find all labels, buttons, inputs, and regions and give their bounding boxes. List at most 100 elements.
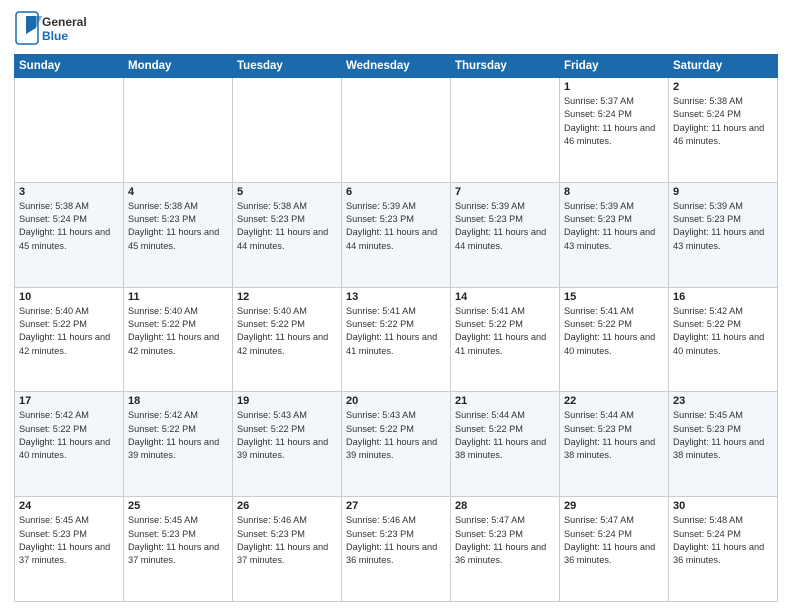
day-number: 30	[673, 500, 773, 512]
day-number: 20	[346, 395, 446, 407]
day-info: Sunrise: 5:45 AM Sunset: 5:23 PM Dayligh…	[19, 514, 119, 567]
day-info: Sunrise: 5:47 AM Sunset: 5:24 PM Dayligh…	[564, 514, 664, 567]
day-header-tuesday: Tuesday	[233, 55, 342, 78]
calendar-cell: 3 Sunrise: 5:38 AM Sunset: 5:24 PM Daylig…	[15, 182, 124, 287]
calendar-cell: 9 Sunrise: 5:39 AM Sunset: 5:23 PM Daylig…	[669, 182, 778, 287]
calendar-cell: 15 Sunrise: 5:41 AM Sunset: 5:22 PM Dayli…	[560, 287, 669, 392]
calendar-cell: 22 Sunrise: 5:44 AM Sunset: 5:23 PM Dayli…	[560, 392, 669, 497]
day-number: 3	[19, 186, 119, 198]
day-header-saturday: Saturday	[669, 55, 778, 78]
calendar-cell: 12Sunrise: 5:40 AM Sunset: 5:22 PM Dayli…	[233, 287, 342, 392]
calendar-week-row: 17Sunrise: 5:42 AM Sunset: 5:22 PM Dayli…	[15, 392, 778, 497]
day-info: Sunrise: 5:45 AM Sunset: 5:23 PM Dayligh…	[128, 514, 228, 567]
calendar-cell: 14 Sunrise: 5:41 AM Sunset: 5:22 PM Dayli…	[451, 287, 560, 392]
day-number: 19	[237, 395, 337, 407]
calendar-table: SundayMondayTuesdayWednesdayThursdayFrid…	[14, 54, 778, 602]
day-info: Sunrise: 5:46 AM Sunset: 5:23 PM Dayligh…	[237, 514, 337, 567]
calendar-cell: 18 Sunrise: 5:42 AM Sunset: 5:22 PM Dayli…	[124, 392, 233, 497]
day-info: Sunrise: 5:45 AM Sunset: 5:23 PM Dayligh…	[673, 409, 773, 462]
calendar-cell: 13 Sunrise: 5:41 AM Sunset: 5:22 PM Dayli…	[342, 287, 451, 392]
day-info: Sunrise: 5:41 AM Sunset: 5:22 PM Dayligh…	[564, 305, 664, 358]
day-number: 1	[564, 81, 664, 93]
day-info: Sunrise: 5:48 AM Sunset: 5:24 PM Dayligh…	[673, 514, 773, 567]
calendar-cell: 10 Sunrise: 5:40 AM Sunset: 5:22 PM Dayli…	[15, 287, 124, 392]
day-number: 18	[128, 395, 228, 407]
day-header-thursday: Thursday	[451, 55, 560, 78]
day-info: Sunrise: 5:47 AM Sunset: 5:23 PM Dayligh…	[455, 514, 555, 567]
day-info: Sunrise: 5:39 AM Sunset: 5:23 PM Dayligh…	[673, 200, 773, 253]
day-number: 11	[128, 291, 228, 303]
logo: General Blue	[14, 10, 94, 46]
day-info: Sunrise: 5:41 AM Sunset: 5:22 PM Dayligh…	[455, 305, 555, 358]
day-info: Sunrise: 5:42 AM Sunset: 5:22 PM Dayligh…	[19, 409, 119, 462]
svg-text:Blue: Blue	[42, 29, 68, 43]
calendar-cell: 16Sunrise: 5:42 AM Sunset: 5:22 PM Dayli…	[669, 287, 778, 392]
day-number: 26	[237, 500, 337, 512]
day-number: 9	[673, 186, 773, 198]
day-number: 22	[564, 395, 664, 407]
day-info: Sunrise: 5:44 AM Sunset: 5:22 PM Dayligh…	[455, 409, 555, 462]
day-info: Sunrise: 5:42 AM Sunset: 5:22 PM Dayligh…	[128, 409, 228, 462]
calendar-cell: 2 Sunrise: 5:38 AM Sunset: 5:24 PM Daylig…	[669, 78, 778, 183]
calendar-cell: 27 Sunrise: 5:46 AM Sunset: 5:23 PM Dayli…	[342, 497, 451, 602]
calendar-cell: 26 Sunrise: 5:46 AM Sunset: 5:23 PM Dayli…	[233, 497, 342, 602]
calendar-cell: 17Sunrise: 5:42 AM Sunset: 5:22 PM Dayli…	[15, 392, 124, 497]
calendar-cell: 19 Sunrise: 5:43 AM Sunset: 5:22 PM Dayli…	[233, 392, 342, 497]
calendar-week-row: 10 Sunrise: 5:40 AM Sunset: 5:22 PM Dayli…	[15, 287, 778, 392]
day-number: 10	[19, 291, 119, 303]
day-info: Sunrise: 5:42 AM Sunset: 5:22 PM Dayligh…	[673, 305, 773, 358]
day-number: 8	[564, 186, 664, 198]
day-header-sunday: Sunday	[15, 55, 124, 78]
day-header-wednesday: Wednesday	[342, 55, 451, 78]
calendar-header-row: SundayMondayTuesdayWednesdayThursdayFrid…	[15, 55, 778, 78]
day-info: Sunrise: 5:41 AM Sunset: 5:22 PM Dayligh…	[346, 305, 446, 358]
calendar-cell	[15, 78, 124, 183]
calendar-cell	[451, 78, 560, 183]
day-info: Sunrise: 5:38 AM Sunset: 5:24 PM Dayligh…	[673, 95, 773, 148]
day-info: Sunrise: 5:44 AM Sunset: 5:23 PM Dayligh…	[564, 409, 664, 462]
calendar-week-row: 3 Sunrise: 5:38 AM Sunset: 5:24 PM Daylig…	[15, 182, 778, 287]
calendar-cell: 30 Sunrise: 5:48 AM Sunset: 5:24 PM Dayli…	[669, 497, 778, 602]
calendar-cell: 23 Sunrise: 5:45 AM Sunset: 5:23 PM Dayli…	[669, 392, 778, 497]
calendar-cell: 21 Sunrise: 5:44 AM Sunset: 5:22 PM Dayli…	[451, 392, 560, 497]
day-header-friday: Friday	[560, 55, 669, 78]
day-info: Sunrise: 5:40 AM Sunset: 5:22 PM Dayligh…	[19, 305, 119, 358]
calendar-cell	[342, 78, 451, 183]
day-info: Sunrise: 5:37 AM Sunset: 5:24 PM Dayligh…	[564, 95, 664, 148]
calendar-cell: 6Sunrise: 5:39 AM Sunset: 5:23 PM Daylig…	[342, 182, 451, 287]
day-info: Sunrise: 5:38 AM Sunset: 5:24 PM Dayligh…	[19, 200, 119, 253]
day-info: Sunrise: 5:43 AM Sunset: 5:22 PM Dayligh…	[237, 409, 337, 462]
calendar-week-row: 1 Sunrise: 5:37 AM Sunset: 5:24 PM Daylig…	[15, 78, 778, 183]
day-info: Sunrise: 5:39 AM Sunset: 5:23 PM Dayligh…	[455, 200, 555, 253]
calendar-cell: 20Sunrise: 5:43 AM Sunset: 5:22 PM Dayli…	[342, 392, 451, 497]
calendar-cell: 28 Sunrise: 5:47 AM Sunset: 5:23 PM Dayli…	[451, 497, 560, 602]
day-number: 14	[455, 291, 555, 303]
header: General Blue	[14, 10, 778, 46]
day-header-monday: Monday	[124, 55, 233, 78]
day-number: 7	[455, 186, 555, 198]
day-info: Sunrise: 5:39 AM Sunset: 5:23 PM Dayligh…	[564, 200, 664, 253]
day-number: 27	[346, 500, 446, 512]
day-number: 15	[564, 291, 664, 303]
day-number: 24	[19, 500, 119, 512]
day-number: 2	[673, 81, 773, 93]
day-number: 21	[455, 395, 555, 407]
logo-svg: General Blue	[14, 10, 94, 46]
day-number: 13	[346, 291, 446, 303]
calendar-week-row: 24 Sunrise: 5:45 AM Sunset: 5:23 PM Dayli…	[15, 497, 778, 602]
calendar-cell	[124, 78, 233, 183]
day-info: Sunrise: 5:46 AM Sunset: 5:23 PM Dayligh…	[346, 514, 446, 567]
day-number: 28	[455, 500, 555, 512]
day-info: Sunrise: 5:38 AM Sunset: 5:23 PM Dayligh…	[128, 200, 228, 253]
day-number: 5	[237, 186, 337, 198]
day-number: 23	[673, 395, 773, 407]
svg-text:General: General	[42, 15, 87, 29]
day-info: Sunrise: 5:40 AM Sunset: 5:22 PM Dayligh…	[128, 305, 228, 358]
day-info: Sunrise: 5:40 AM Sunset: 5:22 PM Dayligh…	[237, 305, 337, 358]
page: General Blue SundayMondayTuesdayWednesda…	[0, 0, 792, 612]
calendar-cell: 4Sunrise: 5:38 AM Sunset: 5:23 PM Daylig…	[124, 182, 233, 287]
calendar-cell: 8 Sunrise: 5:39 AM Sunset: 5:23 PM Daylig…	[560, 182, 669, 287]
calendar-cell: 29 Sunrise: 5:47 AM Sunset: 5:24 PM Dayli…	[560, 497, 669, 602]
calendar-cell: 7 Sunrise: 5:39 AM Sunset: 5:23 PM Daylig…	[451, 182, 560, 287]
day-number: 29	[564, 500, 664, 512]
